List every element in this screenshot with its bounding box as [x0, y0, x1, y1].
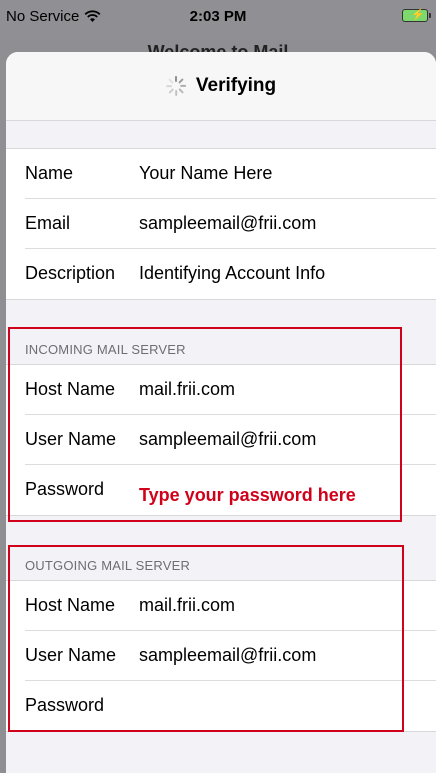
name-field[interactable]: Your Name Here [139, 163, 272, 184]
status-time: 2:03 PM [189, 8, 247, 25]
account-info-group: Name Your Name Here Email sampleemail@fr… [6, 148, 436, 300]
name-row[interactable]: Name Your Name Here [6, 149, 436, 199]
email-label: Email [25, 213, 71, 233]
name-label: Name [25, 163, 74, 183]
nav-title: Verifying [195, 75, 277, 96]
battery-icon: ⚡ [402, 9, 431, 22]
activity-spinner-icon [165, 76, 186, 96]
description-label: Description [25, 263, 116, 283]
description-field[interactable]: Identifying Account Info [139, 263, 325, 284]
description-row[interactable]: Description Identifying Account Info [6, 249, 436, 299]
email-field[interactable]: sampleemail@frii.com [139, 213, 316, 234]
background-title: Welcome to Mail [147, 42, 289, 52]
email-row[interactable]: Email sampleemail@frii.com [6, 199, 436, 249]
nav-bar: Verifying [6, 52, 436, 121]
status-bar: No Service 2:03 PM ⚡ [0, 0, 436, 40]
incoming-highlight-box [8, 327, 402, 522]
outgoing-highlight-box [8, 545, 404, 732]
